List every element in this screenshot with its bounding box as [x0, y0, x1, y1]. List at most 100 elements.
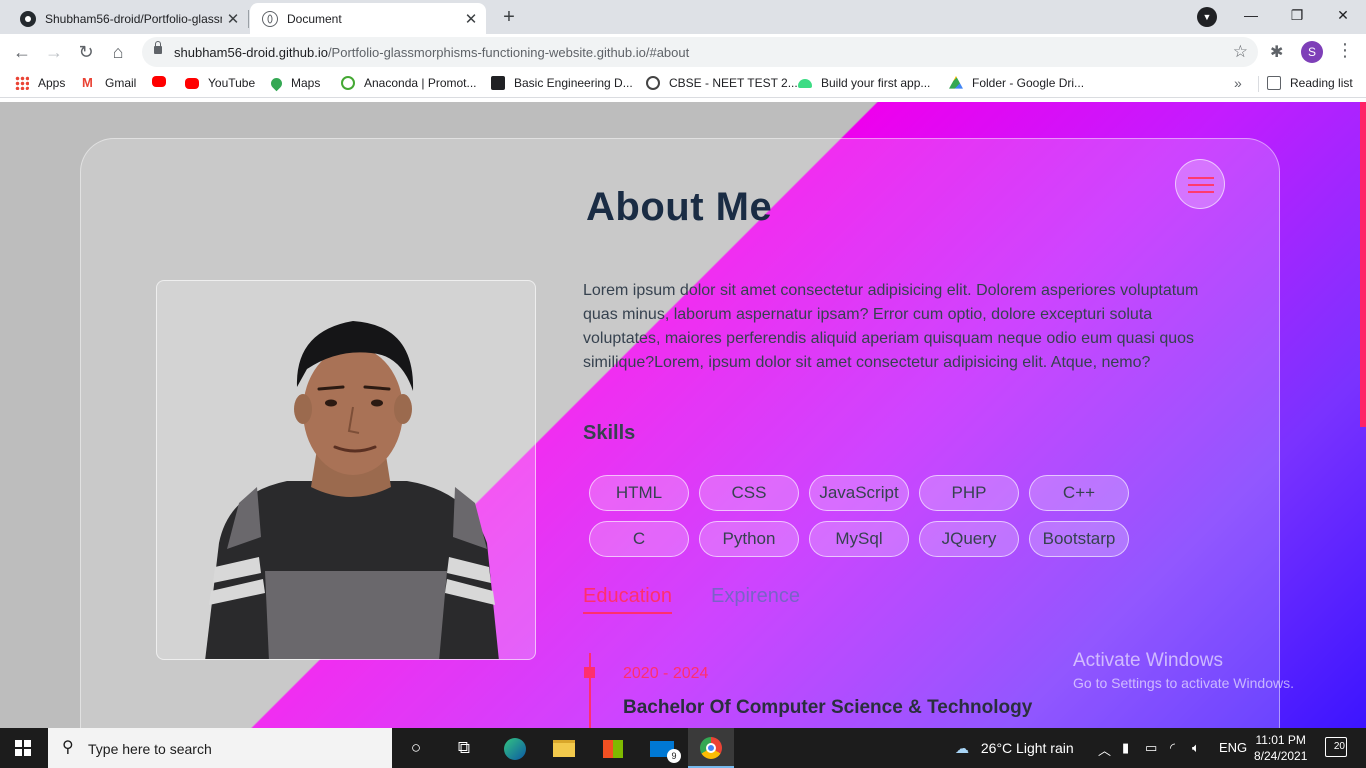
bookmark-build-app[interactable]: Build your first app...	[798, 76, 930, 90]
new-tab-button[interactable]: +	[496, 5, 522, 31]
extensions-puzzle-icon[interactable]: ✱	[1270, 42, 1283, 62]
address-bar[interactable]: shubham56-droid.github.io/Portfolio-glas…	[142, 37, 1258, 67]
menu-toggle-button[interactable]	[1175, 159, 1225, 209]
tab-github[interactable]: Shubham56-droid/Portfolio-glassmorphisms…	[8, 3, 248, 34]
close-tab-icon[interactable]: ✕	[222, 10, 244, 28]
weather-text: 26°C Light rain	[980, 740, 1074, 756]
notification-center-icon[interactable]: 20	[1325, 737, 1347, 757]
bookmark-apps[interactable]: Apps	[15, 76, 65, 90]
clock-date: 8/24/2021	[1254, 749, 1308, 763]
bookmark-gmail[interactable]: M Gmail	[82, 76, 136, 91]
hamburger-line	[1188, 177, 1214, 179]
lock-icon[interactable]	[154, 41, 162, 54]
apps-grid-icon	[15, 76, 29, 90]
weather-widget[interactable]: ☁ 26°C Light rain	[955, 740, 1074, 757]
skill-chip-html[interactable]: HTML	[589, 475, 689, 511]
timeline-marker	[584, 667, 595, 678]
back-icon[interactable]: ←	[8, 38, 36, 66]
cloud-rain-icon: ☁	[955, 740, 969, 756]
profile-avatar[interactable]: S	[1301, 41, 1323, 63]
reading-list-icon	[1267, 76, 1281, 90]
minimize-icon[interactable]: —	[1228, 0, 1274, 30]
volume-icon[interactable]: 🔈︎	[1192, 740, 1200, 756]
bookmark-cbse[interactable]: CBSE - NEET TEST 2...	[646, 76, 798, 90]
maps-pin-icon	[268, 75, 285, 91]
windows-start-icon[interactable]	[15, 740, 31, 756]
youtube-icon	[185, 77, 199, 89]
close-window-icon[interactable]: ✕	[1320, 0, 1366, 30]
skill-chip-bootstrap[interactable]: Bootstarp	[1029, 521, 1129, 557]
globe-icon	[262, 10, 278, 27]
skill-chip-c[interactable]: C	[589, 521, 689, 557]
skill-chip-css[interactable]: CSS	[699, 475, 799, 511]
skill-chip-python[interactable]: Python	[699, 521, 799, 557]
skill-chip-cpp[interactable]: C++	[1029, 475, 1129, 511]
bookmark-label: Apps	[38, 76, 66, 90]
profile-photo	[156, 280, 536, 660]
hamburger-line	[1188, 184, 1214, 186]
bookmarks-bar: Apps M Gmail YouTube Maps Anaconda | Pro…	[0, 70, 1366, 98]
wifi-icon[interactable]: ◜	[1170, 740, 1175, 756]
restore-icon[interactable]: ❐	[1274, 0, 1320, 30]
url-path: /Portfolio-glassmorphisms-functioning-we…	[327, 45, 690, 60]
browser-toolbar: ← → ↻ ⌂ shubham56-droid.github.io/Portfo…	[0, 34, 1366, 70]
skill-chip-javascript[interactable]: JavaScript	[809, 475, 909, 511]
forward-icon[interactable]: →	[40, 38, 68, 66]
microsoft-store-icon[interactable]	[598, 734, 628, 762]
activate-windows-watermark: Activate Windows Go to Settings to activ…	[1073, 650, 1294, 691]
bookmark-youtube[interactable]: YouTube	[185, 76, 255, 90]
tab-title: Document	[287, 11, 342, 26]
skills-heading: Skills	[583, 422, 636, 444]
url-text[interactable]: shubham56-droid.github.io/Portfolio-glas…	[174, 45, 689, 60]
more-menu-icon[interactable]: ⋮	[1336, 40, 1354, 61]
bookmark-label: Maps	[291, 76, 321, 90]
bookmark-label: YouTube	[208, 76, 256, 90]
system-clock[interactable]: 11:01 PM 8/24/2021	[1254, 732, 1307, 764]
google-drive-icon	[949, 76, 963, 89]
bookmark-label: Build your first app...	[821, 76, 931, 90]
tab-search-icon[interactable]: ▼	[1197, 7, 1217, 27]
tab-divider	[248, 10, 249, 28]
tab-strip: Shubham56-droid/Portfolio-glassmorphisms…	[0, 0, 1366, 34]
bookmark-star-icon[interactable]: ☆	[1233, 42, 1248, 62]
taskbar-search-box[interactable]: ⚲ Type here to search	[48, 728, 392, 768]
about-card: About Me Lorem ipsum dolor sit amet cons…	[80, 138, 1280, 728]
bookmark-maps[interactable]: Maps	[268, 75, 321, 91]
watermark-subtitle: Go to Settings to activate Windows.	[1073, 675, 1294, 691]
skill-chip-jquery[interactable]: JQuery	[919, 521, 1019, 557]
cortana-icon[interactable]: ○	[401, 734, 431, 762]
bookmarks-divider	[1258, 76, 1259, 92]
bookmark-google-drive[interactable]: Folder - Google Dri...	[949, 76, 1084, 90]
bookmark-youtube-icon-only[interactable]	[152, 76, 175, 87]
more-bookmarks-icon[interactable]: »	[1234, 75, 1242, 91]
file-explorer-icon[interactable]	[549, 734, 579, 762]
reading-list[interactable]: Reading list	[1267, 76, 1353, 90]
tab-document[interactable]: Document ✕	[250, 3, 486, 34]
bookmark-basic-engineering[interactable]: Basic Engineering D...	[491, 76, 633, 90]
task-view-icon[interactable]: ⧉	[449, 734, 479, 762]
reading-list-label: Reading list	[1290, 76, 1353, 90]
taskbar: ⚲ Type here to search ○ ⧉ 9 ☁ 26°C Light…	[0, 728, 1366, 768]
show-hidden-icons[interactable]: ︿	[1098, 740, 1111, 759]
tab-experience[interactable]: Expirence	[711, 585, 800, 608]
bookmark-label: Anaconda | Promot...	[364, 76, 477, 90]
person-portrait-image	[205, 321, 499, 659]
search-icon: ⚲	[62, 739, 74, 756]
skill-chip-mysql[interactable]: MySql	[809, 521, 909, 557]
tab-education[interactable]: Education	[583, 585, 672, 614]
home-icon[interactable]: ⌂	[104, 38, 132, 66]
bookmark-anaconda[interactable]: Anaconda | Promot...	[341, 76, 477, 90]
chrome-icon	[700, 737, 722, 759]
reload-icon[interactable]: ↻	[72, 38, 100, 66]
microphone-icon[interactable]: ▮	[1122, 740, 1129, 756]
timeline-date: 2020 - 2024	[623, 665, 709, 682]
youtube-icon	[152, 76, 166, 87]
tab-title: Shubham56-droid/Portfolio-glassmorphisms…	[45, 11, 222, 26]
scrollbar-thumb[interactable]	[1360, 102, 1366, 427]
battery-icon[interactable]: ▭	[1145, 740, 1157, 756]
bookmark-label: Folder - Google Dri...	[972, 76, 1085, 90]
close-tab-icon[interactable]: ✕	[460, 10, 482, 28]
language-indicator[interactable]: ENG	[1219, 740, 1247, 755]
edge-icon[interactable]	[500, 734, 530, 762]
skill-chip-php[interactable]: PHP	[919, 475, 1019, 511]
